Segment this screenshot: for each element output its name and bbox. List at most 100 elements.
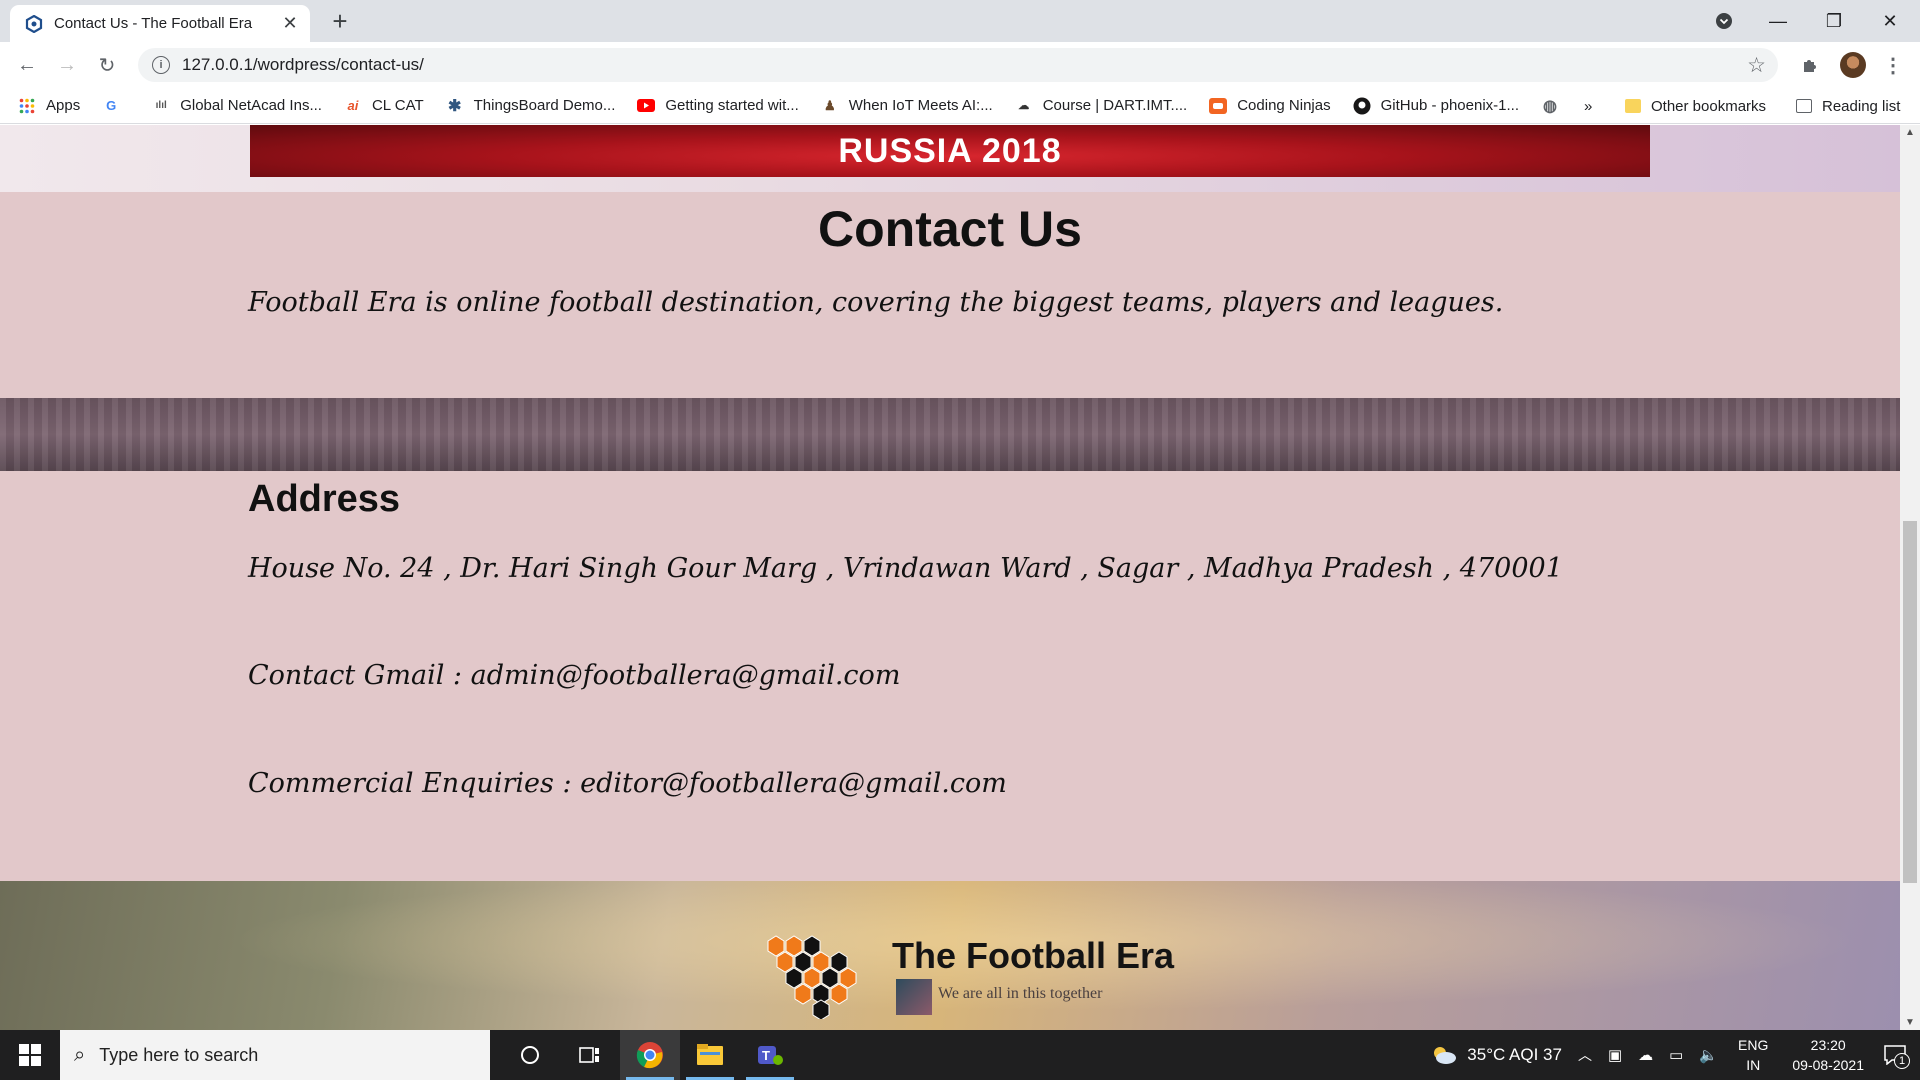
wordpress-favicon-icon	[24, 14, 44, 34]
svg-text:T: T	[762, 1048, 770, 1063]
bookmarks-bar: Apps G ılıl Global NetAcad Ins... ai CL …	[0, 88, 1920, 124]
language-indicator[interactable]: ENG IN	[1738, 1035, 1768, 1075]
apps-grid-icon	[18, 97, 36, 115]
chrome-menu-icon[interactable]: ⋮	[1880, 52, 1906, 78]
tray-overflow-icon[interactable]: ︿	[1578, 1045, 1592, 1065]
scroll-up-arrow-icon[interactable]: ▲	[1905, 127, 1915, 138]
cisco-icon: ılıl	[155, 100, 167, 111]
weather-cloud-icon	[1434, 1047, 1457, 1064]
bookmark-dart[interactable]: ☁ Course | DART.IMT....	[1015, 97, 1188, 115]
page-scrollbar[interactable]: ▲ ▼	[1900, 125, 1920, 1030]
tab-strip: Contact Us - The Football Era ✕ + — ❐ ✕	[0, 0, 1920, 42]
bookmark-globe[interactable]: ◍	[1541, 97, 1569, 115]
minimize-button[interactable]: —	[1750, 0, 1806, 42]
weather-text: 35°C AQI 37	[1467, 1045, 1562, 1064]
banner-text: RUSSIA 2018	[838, 131, 1062, 170]
lang-bottom: IN	[1746, 1057, 1761, 1073]
profile-avatar[interactable]	[1840, 52, 1866, 78]
footer-tagline: We are all in this together	[938, 985, 1103, 1002]
reading-list[interactable]: Reading list	[1796, 88, 1900, 124]
bookmark-iot-ai[interactable]: ♟ When IoT Meets AI:...	[821, 97, 993, 115]
other-bookmarks-label: Other bookmarks	[1651, 97, 1767, 115]
bookmark-icon: ♟	[823, 97, 836, 113]
bookmark-netacad[interactable]: ılıl Global NetAcad Ins...	[152, 97, 322, 115]
search-placeholder: Type here to search	[99, 1044, 259, 1065]
bookmark-label: GitHub - phoenix-1...	[1380, 97, 1520, 114]
bookmark-apps[interactable]: Apps	[18, 97, 80, 115]
search-icon: ⌕	[74, 1043, 86, 1066]
extensions-puzzle-icon[interactable]	[1797, 52, 1823, 78]
back-icon[interactable]: ←	[12, 50, 42, 80]
reload-icon[interactable]: ↻	[92, 50, 122, 80]
clock-time: 23:20	[1810, 1037, 1846, 1053]
site-info-icon[interactable]: i	[152, 56, 170, 74]
lang-top: ENG	[1738, 1037, 1769, 1053]
clock-date: 09-08-2021	[1792, 1057, 1864, 1073]
ai-icon: ai	[347, 98, 359, 113]
tab-search-icon[interactable]	[1696, 0, 1752, 42]
contact-gmail: Contact Gmail : admin@footballera@gmail.…	[248, 660, 901, 691]
page-content: RUSSIA 2018 Contact Us Football Era is o…	[0, 125, 1900, 1030]
clock[interactable]: 23:20 09-08-2021	[1792, 1035, 1864, 1075]
youtube-icon	[637, 97, 656, 115]
file-explorer-icon[interactable]	[680, 1030, 740, 1080]
url-text[interactable]: 127.0.0.1/wordpress/contact-us/	[182, 55, 424, 75]
city-texture	[0, 398, 1900, 471]
bookmark-github[interactable]: GitHub - phoenix-1...	[1353, 97, 1519, 115]
browser-tab[interactable]: Contact Us - The Football Era ✕	[10, 5, 310, 42]
windows-taskbar: ⌕ Type here to search T 35°C AQI 37 ︿ ▣ …	[0, 1030, 1920, 1080]
overflow-chevron-icon: »	[1584, 97, 1593, 115]
globe-icon: ◍	[1543, 97, 1557, 115]
bookmark-star-icon[interactable]: ☆	[1747, 53, 1766, 78]
restore-button[interactable]: ❐	[1806, 0, 1862, 42]
bookmark-label: CL CAT	[371, 97, 424, 114]
address-heading: Address	[248, 478, 401, 520]
chrome-taskbar-icon[interactable]	[620, 1030, 680, 1080]
coding-ninjas-icon	[1209, 97, 1228, 115]
commercial-enquiries: Commercial Enquiries : editor@footballer…	[248, 768, 1007, 799]
meet-now-icon[interactable]: ▣	[1608, 1046, 1622, 1064]
scroll-down-arrow-icon[interactable]: ▼	[1905, 1017, 1915, 1028]
hexagon-logo-icon	[767, 935, 857, 1019]
bookmark-label: ThingsBoard Demo...	[473, 97, 616, 114]
bookmark-thingsboard[interactable]: ✱ ThingsBoard Demo...	[446, 97, 616, 115]
tab-title: Contact Us - The Football Era	[54, 15, 253, 32]
battery-icon[interactable]: ▭	[1669, 1046, 1683, 1064]
onedrive-icon[interactable]: ☁	[1638, 1046, 1653, 1064]
cortana-icon[interactable]	[500, 1030, 560, 1080]
footer-brand: The Football Era	[892, 935, 1175, 976]
weather-widget[interactable]: 35°C AQI 37	[1431, 1045, 1562, 1065]
intro-text: Football Era is online football destinat…	[248, 287, 1504, 318]
close-window-button[interactable]: ✕	[1862, 0, 1918, 42]
forward-icon[interactable]: →	[52, 50, 82, 80]
tab-close-icon[interactable]: ✕	[280, 13, 300, 34]
bookmark-label: Getting started wit...	[665, 97, 799, 114]
scrollbar-thumb[interactable]	[1903, 521, 1917, 883]
other-bookmarks[interactable]: Other bookmarks	[1625, 88, 1766, 124]
notification-center-icon[interactable]: 1	[1884, 1045, 1910, 1069]
folder-icon	[1625, 99, 1641, 113]
browser-toolbar: ← → ↻ i 127.0.0.1/wordpress/contact-us/ …	[0, 42, 1920, 88]
footer-logo[interactable]: The Football Era We are all in this toge…	[760, 929, 1174, 1019]
new-tab-button[interactable]: +	[325, 6, 355, 36]
taskbar-search[interactable]: ⌕ Type here to search	[60, 1030, 490, 1080]
footer-avatar-image	[896, 979, 932, 1015]
city-divider-image	[0, 398, 1900, 471]
task-view-icon[interactable]	[560, 1030, 620, 1080]
thingsboard-icon: ✱	[447, 97, 462, 115]
bookmark-coding-ninjas[interactable]: Coding Ninjas	[1209, 97, 1331, 115]
bookmark-label: Course | DART.IMT....	[1042, 97, 1188, 114]
bookmark-google[interactable]: G	[102, 97, 130, 115]
address-line: House No. 24 , Dr. Hari Singh Gour Marg …	[248, 553, 1563, 584]
volume-icon[interactable]: 🔈	[1699, 1046, 1718, 1064]
teams-icon[interactable]: T	[740, 1030, 800, 1080]
system-tray: 35°C AQI 37 ︿ ▣ ☁ ▭ 🔈 ENG IN 23:20 09-08…	[1423, 1030, 1920, 1080]
footer: The Football Era We are all in this toge…	[0, 881, 1900, 1030]
bookmark-label: Apps	[46, 97, 81, 114]
windows-start-icon[interactable]	[0, 1030, 60, 1080]
bookmarks-overflow-button[interactable]: »	[1584, 88, 1592, 124]
bookmark-cl-cat[interactable]: ai CL CAT	[344, 97, 424, 115]
bookmark-youtube[interactable]: Getting started wit...	[637, 97, 799, 115]
address-bar[interactable]: i 127.0.0.1/wordpress/contact-us/ ☆	[138, 48, 1778, 82]
dart-icon: ☁	[1018, 100, 1030, 112]
